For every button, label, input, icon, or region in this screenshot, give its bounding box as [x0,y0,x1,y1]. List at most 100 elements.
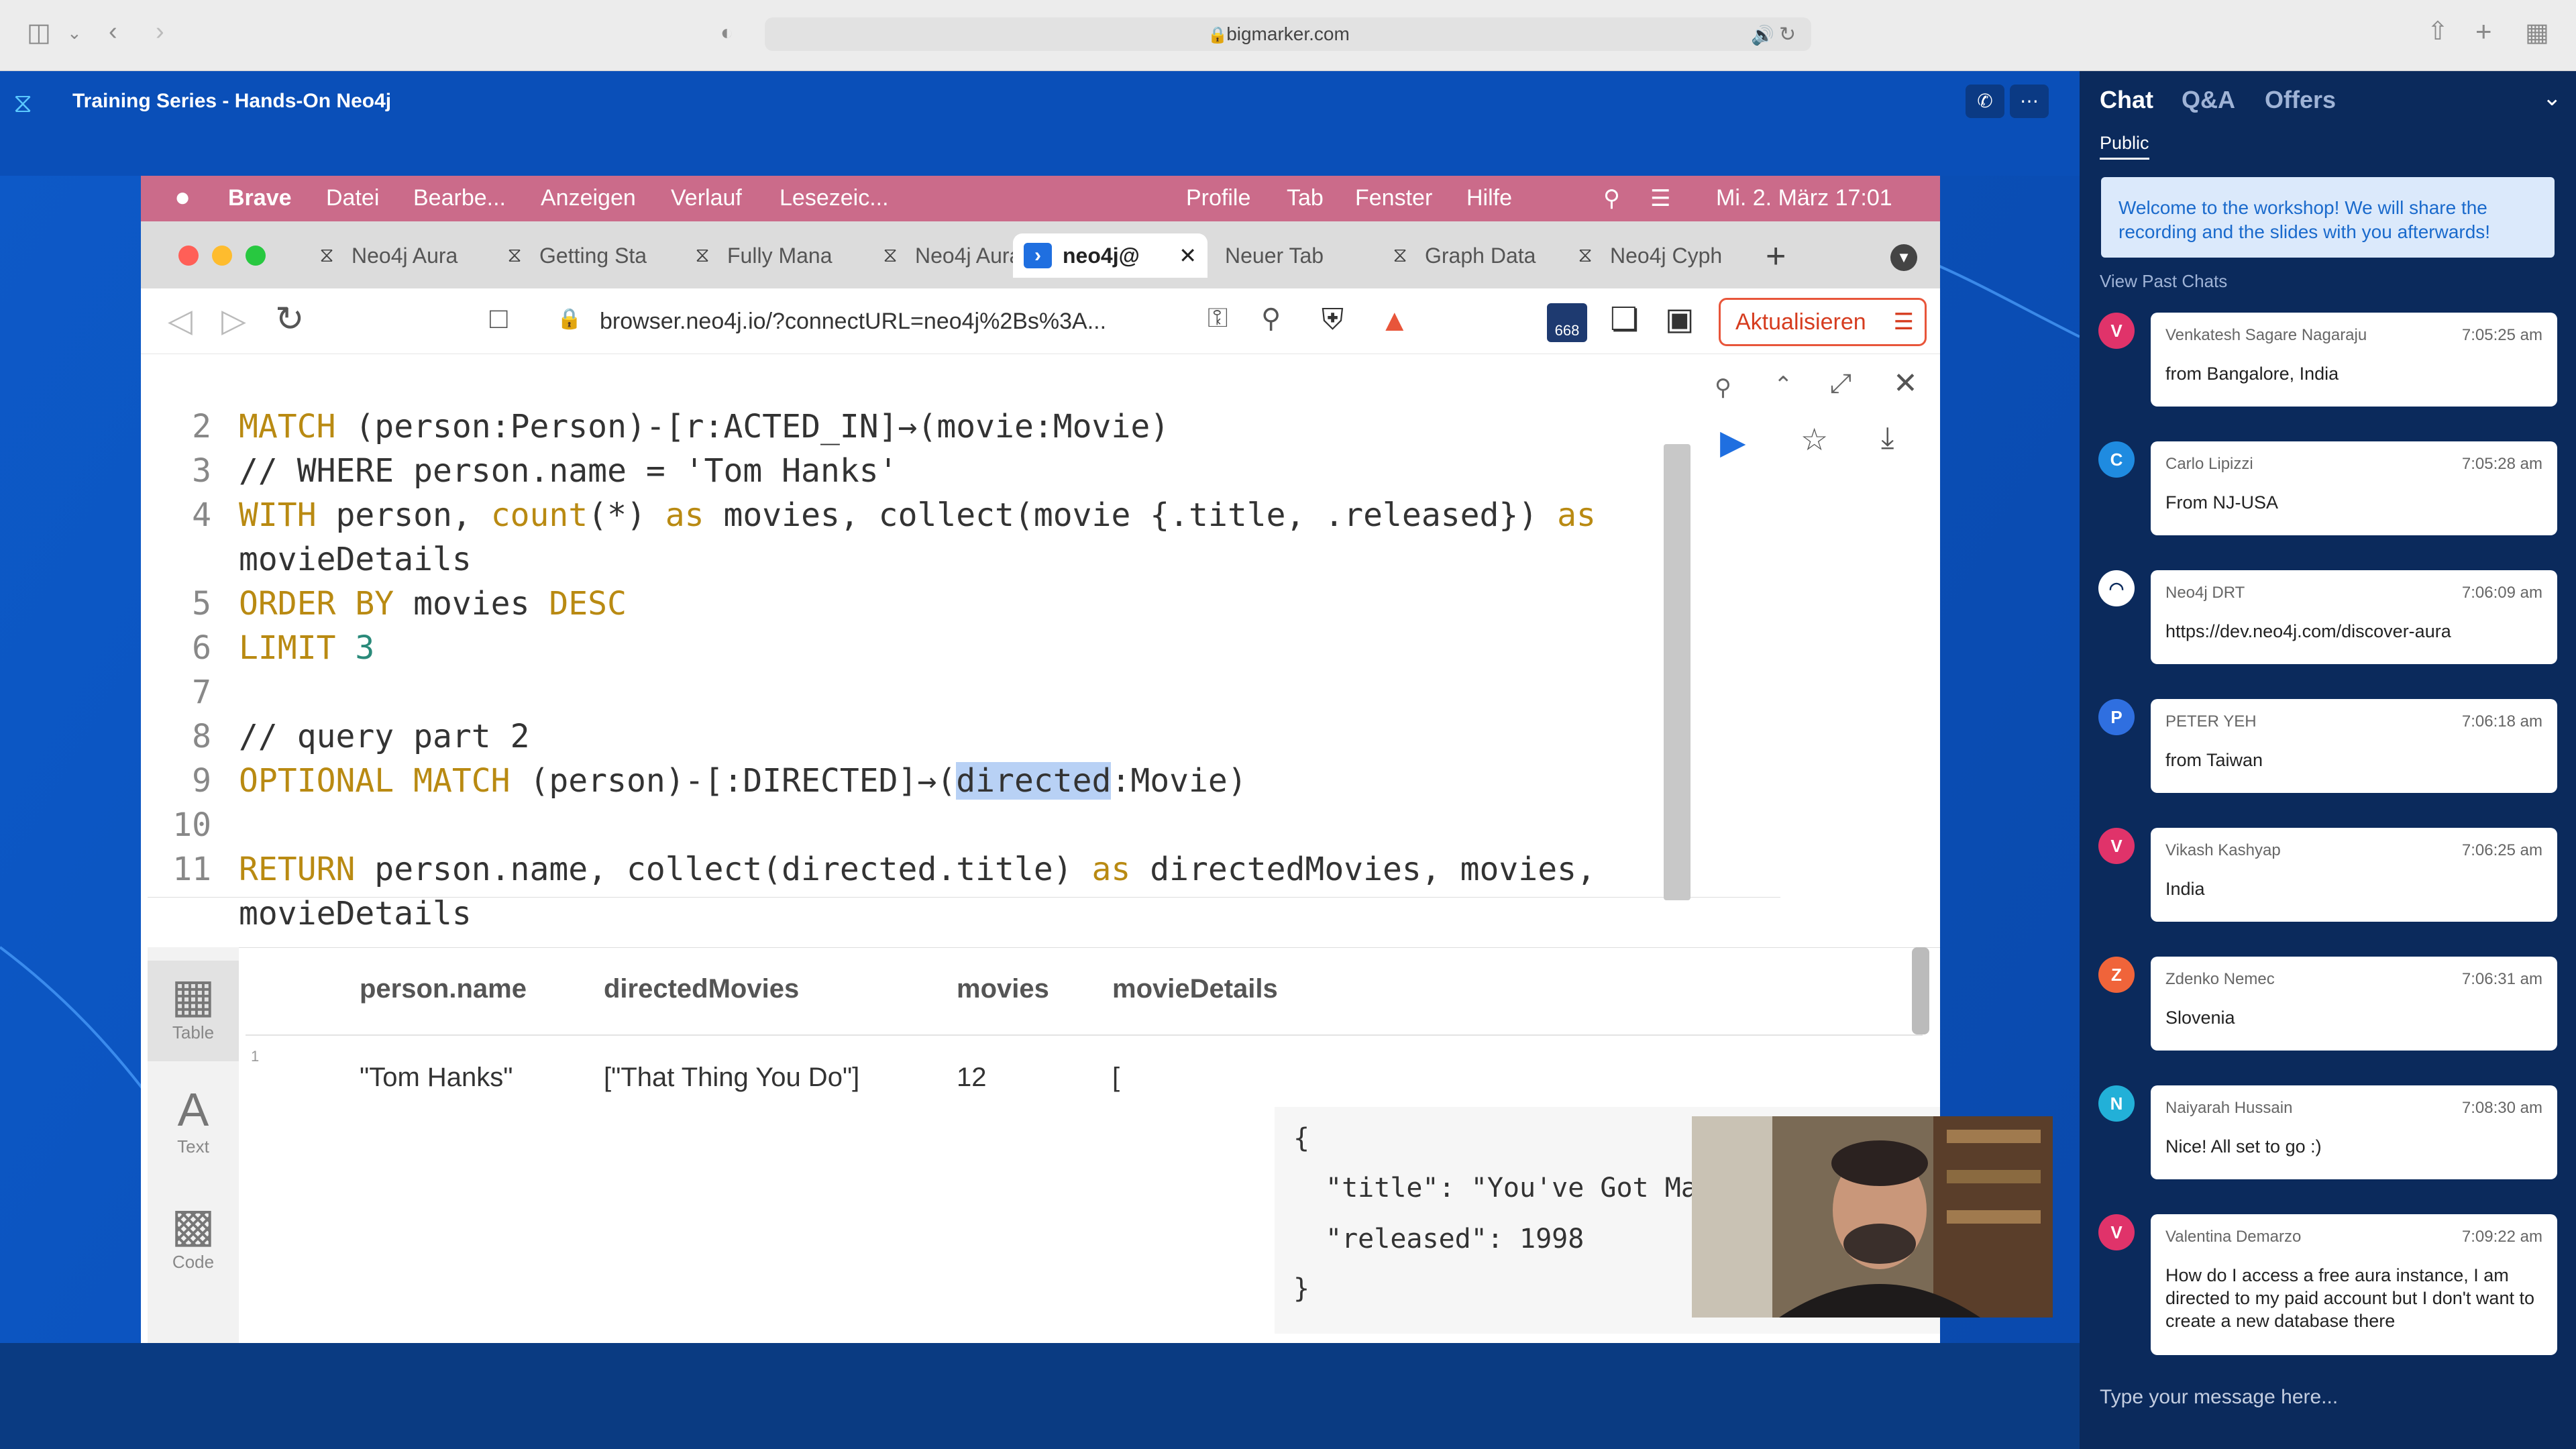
tab-offers[interactable]: Offers [2265,86,2336,114]
code-token: 3 [355,629,375,667]
header-divider [246,1034,1923,1036]
results-scrollbar[interactable] [1912,947,1929,1034]
code-line[interactable]: movieDetails [239,541,472,578]
view-past-chats-link[interactable]: View Past Chats [2100,271,2227,292]
bookmark-icon[interactable]: □ [490,302,508,335]
tab-public[interactable]: Public [2100,133,2149,160]
browser-tab[interactable]: ⧖ Fully Mana [678,233,865,278]
cell-person-name: "Tom Hanks" [360,1063,513,1092]
avatar: V [2098,1214,2135,1250]
pin-icon[interactable]: ⚲ [1715,374,1731,401]
cell-movies: 12 [957,1063,987,1092]
browser-tab-active[interactable]: › neo4j@ ✕ [1013,233,1208,278]
menu-app-name[interactable]: Brave [228,185,292,211]
code-line[interactable]: WITH person, count(*) as movies, collect… [239,496,1596,534]
browser-tab[interactable]: ⧖ Graph Data [1375,233,1563,278]
speaker-icon[interactable]: 🔊 [1751,24,1774,46]
column-header[interactable]: movies [957,974,1049,1004]
browser-nav-bar: ◁ ▷ ↻ □ 🔒 browser.neo4j.io/?connectURL=n… [141,288,1940,354]
more-icon[interactable]: ⋯ [2010,85,2049,118]
collapse-icon[interactable]: ⌃ [1774,372,1793,398]
menu-item-hilfe[interactable]: Hilfe [1466,185,1512,211]
menu-item-datei[interactable]: Datei [326,185,379,211]
forward-icon[interactable]: ▷ [221,302,246,339]
url-bar[interactable]: 🔒 browser.neo4j.io/?connectURL=neo4j%2Bs… [537,299,1570,343]
reload-icon[interactable]: ↻ [1779,23,1796,46]
menu-item-tab[interactable]: Tab [1287,185,1324,211]
new-tab-button[interactable]: + [1766,236,1786,276]
menu-item-profile[interactable]: Profile [1186,185,1250,211]
view-text-button[interactable]: A Text [148,1075,239,1175]
back-icon[interactable]: ‹ [109,19,117,44]
key-icon[interactable]: ⚿ [1208,303,1228,333]
chevron-down-icon[interactable]: ⌄ [67,24,82,42]
menu-item-anzeigen[interactable]: Anzeigen [541,185,636,211]
tab-chat[interactable]: Chat [2100,86,2153,114]
code-line[interactable]: // WHERE person.name = 'Tom Hanks' [239,452,898,490]
browser-tab[interactable]: ⧖ Neo4j Cyph [1560,233,1748,278]
tab-label: Graph Data [1425,244,1536,268]
favorite-star-icon[interactable]: ☆ [1801,421,1828,458]
column-header[interactable]: directedMovies [604,974,799,1004]
window-minimize-button[interactable] [212,246,232,266]
menu-item-fenster[interactable]: Fenster [1355,185,1432,211]
brave-shield-icon[interactable]: ⛨ [1322,303,1344,337]
code-line[interactable]: OPTIONAL MATCH (person)-[:DIRECTED]→(dir… [239,762,1247,800]
share-icon[interactable]: ⇧ [2427,19,2449,44]
spotlight-search-icon[interactable]: ⚲ [1603,185,1620,212]
view-table-button[interactable]: ▦ Table [148,961,239,1061]
tab-label: Neuer Tab [1225,244,1324,268]
line-number: 8 [192,718,211,755]
chat-input[interactable]: Type your message here... [2100,1386,2338,1409]
sidebar-icon[interactable]: ◫ [27,20,51,46]
avatar: V [2098,828,2135,864]
menu-item-bearbeiten[interactable]: Bearbe... [413,185,506,211]
forward-icon[interactable]: › [156,19,164,44]
update-button[interactable]: Aktualisieren ☰ [1719,298,1927,346]
menu-item-verlauf[interactable]: Verlauf [671,185,742,211]
new-tab-icon[interactable]: + [2475,17,2492,46]
browser-tab[interactable]: ⧖ Neo4j Aura [302,233,490,278]
window-close-button[interactable] [178,246,199,266]
cell-directed-movies: ["That Thing You Do"] [604,1063,860,1092]
code-token: (person:Person)-[r:ACTED_IN]→(movie:Movi… [335,408,1170,445]
view-code-button[interactable]: ▩ Code [148,1190,239,1291]
back-icon[interactable]: ◁ [168,302,193,339]
download-icon[interactable]: ⤓ [1881,421,1894,455]
message-bubble: Venkatesh Sagare Nagaraju 7:05:25 am from … [2151,313,2557,407]
neo4j-icon: ⧖ [507,244,522,266]
control-center-icon[interactable]: ☰ [1650,185,1670,212]
browser-tab[interactable]: ⧖ Getting Sta [490,233,678,278]
code-line[interactable]: // query part 2 [239,718,529,755]
code-line[interactable]: ORDER BY movies DESC [239,585,627,623]
code-line[interactable]: movieDetails [239,895,472,932]
brave-rewards-icon[interactable]: ▲ [1379,302,1410,338]
zoom-icon[interactable]: ⚲ [1261,303,1281,334]
address-bar[interactable]: 🔒 bigmarker.com 🔊 ↻ [765,17,1811,51]
json-brace-open: { [1293,1123,1310,1154]
extensions-icon[interactable]: ❏ [1610,301,1639,338]
window-zoom-button[interactable] [246,246,266,266]
extension-badge[interactable]: 668 [1547,303,1587,342]
phone-icon[interactable]: ✆ [1966,85,2004,118]
apple-icon[interactable]: ● [174,182,191,213]
column-header[interactable]: person.name [360,974,527,1004]
tab-qa[interactable]: Q&A [2182,86,2235,114]
column-header[interactable]: movieDetails [1112,974,1278,1004]
code-line[interactable]: LIMIT 3 [239,629,374,667]
code-line[interactable]: RETURN person.name, collect(directed.tit… [239,851,1596,888]
editor-scrollbar[interactable] [1664,444,1690,900]
collapse-chat-icon[interactable]: ⌄ [2542,85,2562,111]
wallet-icon[interactable]: ▣ [1665,301,1694,337]
tab-search-icon[interactable]: ▼ [1890,244,1917,271]
fullscreen-icon[interactable]: ⤢ [1830,369,1851,399]
json-released-line: "released": 1998 [1326,1224,1585,1254]
menu-item-lesezeichen[interactable]: Lesezeic... [780,185,889,211]
code-line[interactable]: MATCH (person:Person)-[r:ACTED_IN]→(movi… [239,408,1169,445]
close-frame-icon[interactable]: ✕ [1893,366,1918,400]
tab-overview-icon[interactable]: ▦ [2525,20,2549,46]
reload-icon[interactable]: ↻ [275,299,305,339]
close-tab-icon[interactable]: ✕ [1179,233,1197,278]
shield-icon[interactable]: ◐ [720,21,733,43]
run-icon[interactable]: ▶ [1720,423,1746,462]
